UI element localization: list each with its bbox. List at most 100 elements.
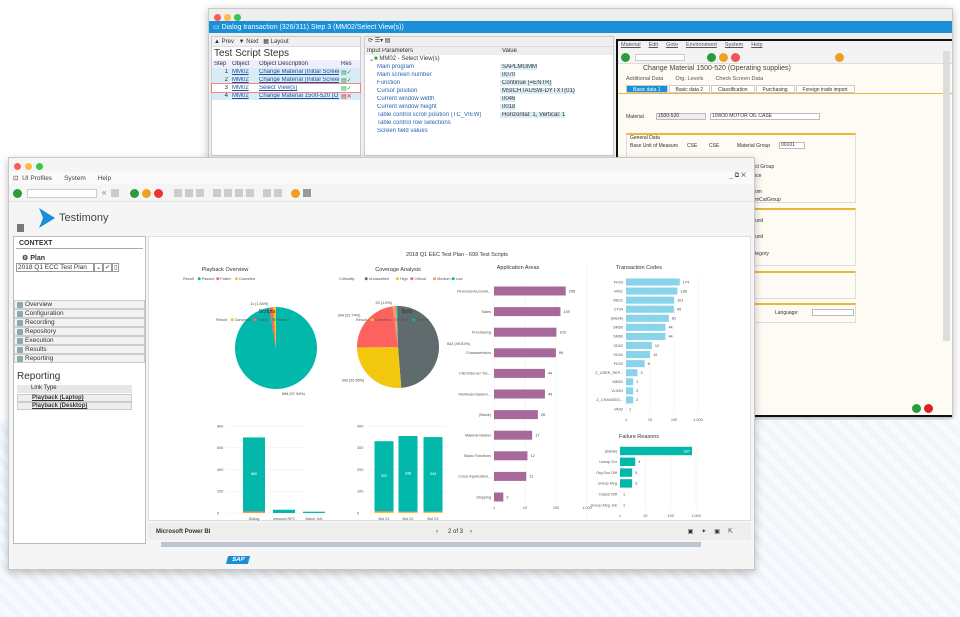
tree-icon[interactable]: ☰▾ xyxy=(375,38,383,44)
bar[interactable] xyxy=(620,446,693,456)
step-description-link[interactable]: Change Material 1500-520 (O... xyxy=(257,93,339,99)
step-row[interactable]: 1 MM02 Change Material (Initial Screen) ▤✓ xyxy=(212,68,360,76)
front-menu-item[interactable]: System xyxy=(64,175,86,182)
sap-tab[interactable]: Basic data 2 xyxy=(668,85,711,93)
print-icon[interactable] xyxy=(174,189,183,198)
shortcut-icon[interactable] xyxy=(274,189,283,198)
sap-menu-item[interactable]: System xyxy=(725,42,743,48)
twitter-icon[interactable]: ✦ xyxy=(701,529,714,535)
prev-page-button[interactable]: ‹ xyxy=(436,529,438,535)
cancel-icon[interactable] xyxy=(730,53,740,62)
bar-failed[interactable] xyxy=(243,511,265,513)
new-session-icon[interactable] xyxy=(263,189,272,198)
menu-icon[interactable]: ⊡ xyxy=(13,175,18,182)
help-icon[interactable] xyxy=(291,188,301,198)
next-button[interactable]: ▼ Next xyxy=(239,39,259,45)
nav-item-results[interactable]: Results xyxy=(14,345,145,354)
nav-item-reporting[interactable]: Reporting xyxy=(14,354,145,363)
bar[interactable] xyxy=(626,278,680,286)
command-field[interactable] xyxy=(634,54,685,61)
bar[interactable] xyxy=(620,468,633,477)
sap-menu-item[interactable]: Help xyxy=(751,42,762,48)
legend-label[interactable]: Passed xyxy=(202,277,215,281)
legend-label[interactable]: Medium xyxy=(437,277,451,281)
bar[interactable] xyxy=(626,305,674,313)
step-object-link[interactable]: MM02 xyxy=(230,85,257,91)
next-page-icon[interactable] xyxy=(235,189,244,198)
confirm-plan-icon[interactable]: ✔ xyxy=(103,263,113,272)
bar-canceled[interactable] xyxy=(423,512,443,513)
nav-item-overview[interactable]: Overview xyxy=(14,300,145,309)
sap-action-button[interactable]: Additional Data xyxy=(626,76,663,82)
confirm-icon[interactable] xyxy=(912,404,921,413)
language-select[interactable] xyxy=(812,309,854,316)
legend-label[interactable]: Failed xyxy=(258,318,268,322)
step-row[interactable]: 3 MM02 Select View(s) ▤✓ xyxy=(211,83,361,93)
facebook-icon[interactable]: ▣ xyxy=(714,529,728,535)
failed-result-icon[interactable]: ▤✕ xyxy=(339,93,351,100)
step-row[interactable]: 4 MM02 Change Material 1500-520 (O... ▤✕ xyxy=(212,92,360,100)
plan-details-icon[interactable]: ▯ xyxy=(112,263,120,272)
bar[interactable] xyxy=(626,351,650,359)
step-row[interactable]: 2 MM02 Change Material (Initial Screen) ▤✓ xyxy=(212,76,360,84)
sap-menu-item[interactable]: Goto xyxy=(666,42,678,48)
legend-label[interactable]: Passed xyxy=(276,318,289,322)
nav-item-repository[interactable]: Repository xyxy=(14,327,145,336)
bar[interactable] xyxy=(626,332,666,340)
help-icon[interactable] xyxy=(834,53,844,62)
prev-page-icon[interactable] xyxy=(224,189,233,198)
bar[interactable] xyxy=(626,341,652,350)
save-icon[interactable] xyxy=(111,189,120,198)
nav-item-execution[interactable]: Execution xyxy=(14,336,145,345)
dropdown-icon[interactable]: ⌄ xyxy=(94,263,104,272)
settings-icon[interactable] xyxy=(303,189,312,198)
material-desc-field[interactable]: 10W30 MOTOR OIL CASE xyxy=(710,113,820,120)
vertical-scrollbar[interactable] xyxy=(943,51,950,341)
legend-label[interactable]: Passed xyxy=(416,318,429,322)
bar[interactable] xyxy=(626,396,634,404)
bar[interactable] xyxy=(494,368,545,378)
plan-select[interactable]: 2018 Q1 ECC Test Plan xyxy=(16,263,94,272)
last-page-icon[interactable] xyxy=(246,189,255,198)
find-next-icon[interactable] xyxy=(196,189,205,198)
traffic-zoom[interactable] xyxy=(234,14,241,21)
step-description-link[interactable]: Change Material (Initial Screen) xyxy=(257,69,339,75)
param-row[interactable]: Current window width 0046 xyxy=(365,95,613,103)
prev-button[interactable]: ▲ Prev xyxy=(214,39,234,45)
param-row[interactable]: Current window height 0018 xyxy=(365,103,613,111)
layout-button[interactable]: ▦ Layout xyxy=(263,39,288,45)
param-row[interactable]: Table control row selections xyxy=(365,119,613,127)
legend-label[interactable]: Canceled xyxy=(239,277,255,281)
enter-icon[interactable] xyxy=(621,53,630,62)
step-description-link[interactable]: Select View(s) xyxy=(257,85,339,91)
sap-action-button[interactable]: Org. Levels xyxy=(675,76,703,82)
passed-result-icon[interactable]: ▤✓ xyxy=(339,85,351,92)
exit-icon[interactable] xyxy=(718,53,728,62)
step-object-link[interactable]: MM02 xyxy=(230,69,257,75)
traffic-close[interactable] xyxy=(14,163,21,170)
bar[interactable] xyxy=(620,457,636,467)
bar[interactable] xyxy=(494,348,556,358)
front-menu-item[interactable]: UI Profiles xyxy=(22,175,52,182)
legend-label[interactable]: Failed xyxy=(398,318,408,322)
horizontal-scrollbar[interactable] xyxy=(161,542,701,547)
nav-item-recording[interactable]: Recording xyxy=(14,318,145,327)
passed-result-icon[interactable]: ▤✓ xyxy=(339,77,351,84)
front-menu-item[interactable]: Help xyxy=(98,175,111,182)
command-field[interactable] xyxy=(26,188,97,198)
bar[interactable] xyxy=(494,451,528,461)
collapse-icon[interactable]: « xyxy=(102,188,106,197)
sap-tab[interactable]: Basic data 1 xyxy=(626,85,668,93)
share-icon[interactable]: ⇱ xyxy=(728,529,741,535)
legend-label[interactable]: Low xyxy=(456,277,463,281)
param-row[interactable]: Main program SAPLMGMM xyxy=(365,63,613,71)
step-object-link[interactable]: MM02 xyxy=(230,77,257,83)
sap-tab[interactable]: Classification xyxy=(711,85,755,93)
param-row[interactable]: Screen field values xyxy=(365,127,613,135)
bar[interactable] xyxy=(626,387,634,395)
legend-label[interactable]: Canceled xyxy=(375,318,391,322)
sap-tab[interactable]: Purchasing xyxy=(755,85,795,93)
bar-canceled[interactable] xyxy=(398,512,418,513)
bar[interactable] xyxy=(494,389,545,399)
param-row[interactable]: Main screen number 0070 xyxy=(365,71,613,79)
